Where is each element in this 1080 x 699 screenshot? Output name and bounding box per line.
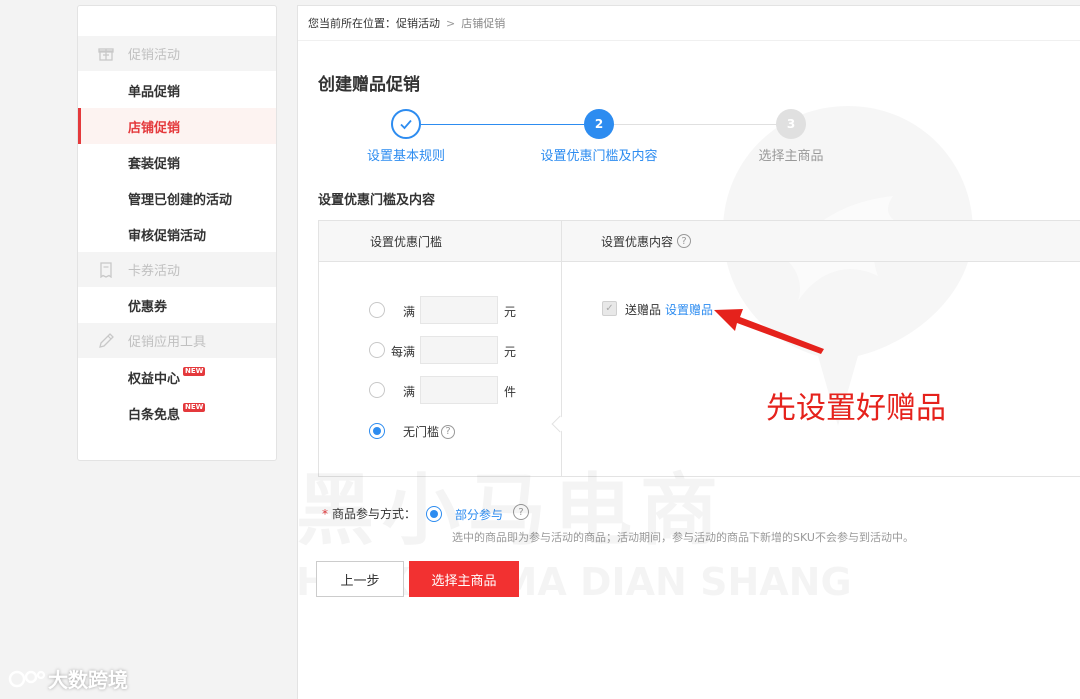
threshold-content-table: 设置优惠门槛 设置优惠内容 ? 满 元 每满 元 满 件 无门槛 ? ✓ 送赠品…	[318, 220, 1080, 477]
breadcrumb-level1[interactable]: 促销活动	[396, 15, 440, 31]
new-badge: NEW	[183, 402, 206, 412]
sidebar-item-label: 权益中心	[128, 371, 181, 387]
condition-radio-every-amount[interactable]	[369, 342, 385, 358]
help-icon[interactable]: ?	[441, 424, 456, 439]
sidebar-group-promotions: 促销活动	[78, 36, 276, 71]
gift-box-icon	[98, 46, 114, 62]
sidebar-item-store-promo[interactable]: 店铺促销	[78, 108, 276, 144]
content-header: 设置优惠内容 ?	[562, 221, 1080, 262]
breadcrumb-separator: >	[446, 16, 456, 30]
sidebar-item-single-promo[interactable]: 单品促销	[78, 72, 276, 108]
step-1-label: 设置基本规则	[366, 149, 446, 164]
participation-option[interactable]: 部分参与	[455, 506, 503, 523]
sidebar-item-review-promo[interactable]: 审核促销活动	[78, 216, 276, 252]
condition-label: 满	[403, 385, 416, 399]
annotation-text: 先设置好赠品	[766, 391, 946, 426]
condition-radio-min-amount[interactable]	[369, 302, 385, 318]
gift-checkbox[interactable]: ✓	[602, 301, 617, 316]
participation-description: 选中的商品即为参与活动的商品；活动期间，参与活动的商品下新增的SKU不会参与到活…	[452, 531, 914, 544]
condition-label: 每满	[391, 345, 416, 359]
section-title: 设置优惠门槛及内容	[318, 193, 436, 208]
sidebar-item-label: 管理已创建的活动	[128, 192, 233, 208]
sidebar-item-bundle-promo[interactable]: 套装促销	[78, 144, 276, 180]
threshold-header-label: 设置优惠门槛	[370, 234, 443, 249]
sidebar-item-label: 优惠券	[128, 299, 168, 315]
breadcrumb-divider	[298, 40, 1080, 41]
help-icon[interactable]: ?	[513, 504, 529, 520]
gift-label: 送赠品	[625, 303, 662, 317]
step-1-circle	[391, 109, 421, 139]
coupon-icon	[98, 261, 114, 278]
table-divider	[561, 221, 562, 476]
participation-label: * 商品参与方式：	[322, 505, 416, 522]
condition-unit: 元	[504, 345, 517, 359]
prev-step-button[interactable]: 上一步	[316, 561, 404, 597]
select-main-product-button[interactable]: 选择主商品	[409, 561, 519, 597]
every-amount-input[interactable]	[420, 336, 498, 364]
no-threshold-option: 无门槛 ?	[403, 423, 456, 440]
condition-label: 满	[403, 305, 416, 319]
step-2-label: 设置优惠门槛及内容	[540, 149, 658, 164]
condition-unit: 元	[504, 305, 517, 319]
sidebar-item-label: 店铺促销	[128, 120, 181, 136]
participation-label-text: 商品参与方式：	[332, 507, 417, 521]
condition-unit: 件	[504, 385, 517, 399]
sidebar-group-label: 促销活动	[128, 48, 181, 63]
step-3-label: 选择主商品	[758, 149, 824, 164]
condition-radio-no-threshold[interactable]	[369, 423, 385, 439]
corner-logo-text: 大数跨境	[48, 668, 128, 692]
sidebar-item-rights-center[interactable]: 权益中心 NEW	[78, 359, 276, 395]
min-amount-input[interactable]	[420, 296, 498, 324]
annotation-arrow-icon	[714, 309, 824, 354]
step-connector-1	[421, 124, 584, 125]
page-title: 创建赠品促销	[318, 75, 420, 95]
sidebar-group-tools: 促销应用工具	[78, 323, 276, 358]
logo-mark-icon	[8, 670, 46, 687]
checkmark-icon	[400, 119, 412, 130]
breadcrumb-prefix: 您当前所在位置：	[308, 17, 396, 30]
breadcrumb: 您当前所在位置： 促销活动 > 店铺促销	[308, 15, 505, 31]
help-icon[interactable]: ?	[677, 234, 692, 248]
condition-radio-min-quantity[interactable]	[369, 382, 385, 398]
sidebar-item-label: 单品促销	[128, 84, 181, 100]
step-2-number: 2	[594, 117, 604, 131]
corner-logo: 大数跨境	[8, 664, 128, 693]
step-3-number: 3	[786, 117, 796, 131]
sidebar: 促销活动 单品促销 店铺促销 套装促销 管理已创建的活动 审核促销活动 卡券活动…	[77, 5, 277, 461]
sidebar-item-baitiao[interactable]: 白条免息 NEW	[78, 395, 276, 431]
step-3-circle: 3	[776, 109, 806, 139]
set-gift-link[interactable]: 设置赠品	[665, 301, 713, 318]
min-quantity-input[interactable]	[420, 376, 498, 404]
threshold-header: 设置优惠门槛	[319, 221, 561, 262]
table-notch	[551, 415, 569, 433]
sidebar-item-label: 套装促销	[128, 156, 181, 172]
step-connector-2	[614, 124, 776, 125]
condition-label: 无门槛	[403, 425, 440, 439]
breadcrumb-current: 店铺促销	[461, 17, 506, 30]
sidebar-item-label: 审核促销活动	[128, 228, 207, 244]
participation-radio-partial[interactable]	[426, 506, 442, 522]
required-mark: *	[322, 507, 328, 521]
sidebar-group-label: 促销应用工具	[128, 335, 207, 350]
step-2-circle: 2	[584, 109, 614, 139]
sidebar-item-label: 白条免息	[128, 407, 181, 423]
sidebar-group-label: 卡券活动	[128, 264, 181, 279]
sidebar-item-coupon[interactable]: 优惠券	[78, 287, 276, 323]
sidebar-group-coupons: 卡券活动	[78, 252, 276, 287]
pen-tool-icon	[98, 332, 114, 349]
content-header-label: 设置优惠内容	[601, 234, 674, 249]
sidebar-item-manage-activities[interactable]: 管理已创建的活动	[78, 180, 276, 216]
new-badge: NEW	[183, 366, 206, 376]
